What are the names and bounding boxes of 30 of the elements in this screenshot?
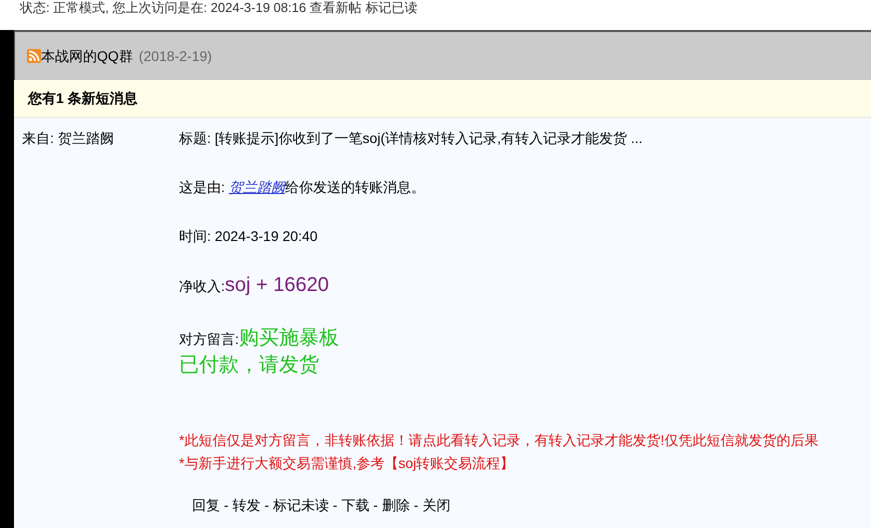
remark-label: 对方留言: <box>179 331 239 347</box>
income-label: 净收入: <box>179 278 225 294</box>
message-subject: 标题: [转账提示]你收到了一笔soj(详情核对转入记录,有转入记录才能发货 ... <box>179 130 643 146</box>
board-title[interactable]: 本战网的QQ群 <box>41 46 133 66</box>
warning-text: *此短信仅是对方留言，非转账依据！请点此看转入记录，有转入记录才能发货!仅凭此短信就发货的后果 <box>179 432 818 448</box>
sender-sentence: 这是由: 贺兰踏阙给你发送的转账消息。 <box>179 179 425 195</box>
income-value: soj + 16620 <box>224 274 329 296</box>
action-link[interactable]: 下载 <box>341 497 370 513</box>
separator: - <box>263 497 270 513</box>
sender-link[interactable]: 贺兰踏阙 <box>228 179 285 195</box>
status-link[interactable]: 查看新帖 <box>310 0 362 15</box>
action-link[interactable]: 转发 <box>232 497 260 513</box>
warning-text: *与新手进行大额交易需谨慎,参考【soj转账交易流程】 <box>179 455 514 471</box>
action-link[interactable]: 回复 <box>192 497 220 513</box>
sender-label: 来自: 贺兰踏阙 <box>22 130 114 146</box>
remark-text: 已付款，请发货 <box>179 354 319 376</box>
status-text: 状态: 正常模式, 您上次访问是在: 2024-3-19 08:16 <box>20 0 306 15</box>
separator: - <box>222 497 230 513</box>
separator: - <box>372 497 379 513</box>
separator: - <box>332 497 338 513</box>
action-link[interactable]: 删除 <box>382 497 410 513</box>
remark-text: 购买施暴板 <box>238 327 339 349</box>
status-link[interactable]: 标记已读 <box>365 0 418 15</box>
board-date: (2018-2-19) <box>138 46 212 66</box>
rss-icon <box>27 49 41 63</box>
notice-title: 您有1 条新短消息 <box>28 89 138 108</box>
action-link[interactable]: 标记未读 <box>272 497 329 513</box>
separator: - <box>412 497 420 513</box>
action-link[interactable]: 关闭 <box>422 497 450 513</box>
message-time: 时间: 2024-3-19 20:40 <box>179 228 318 244</box>
